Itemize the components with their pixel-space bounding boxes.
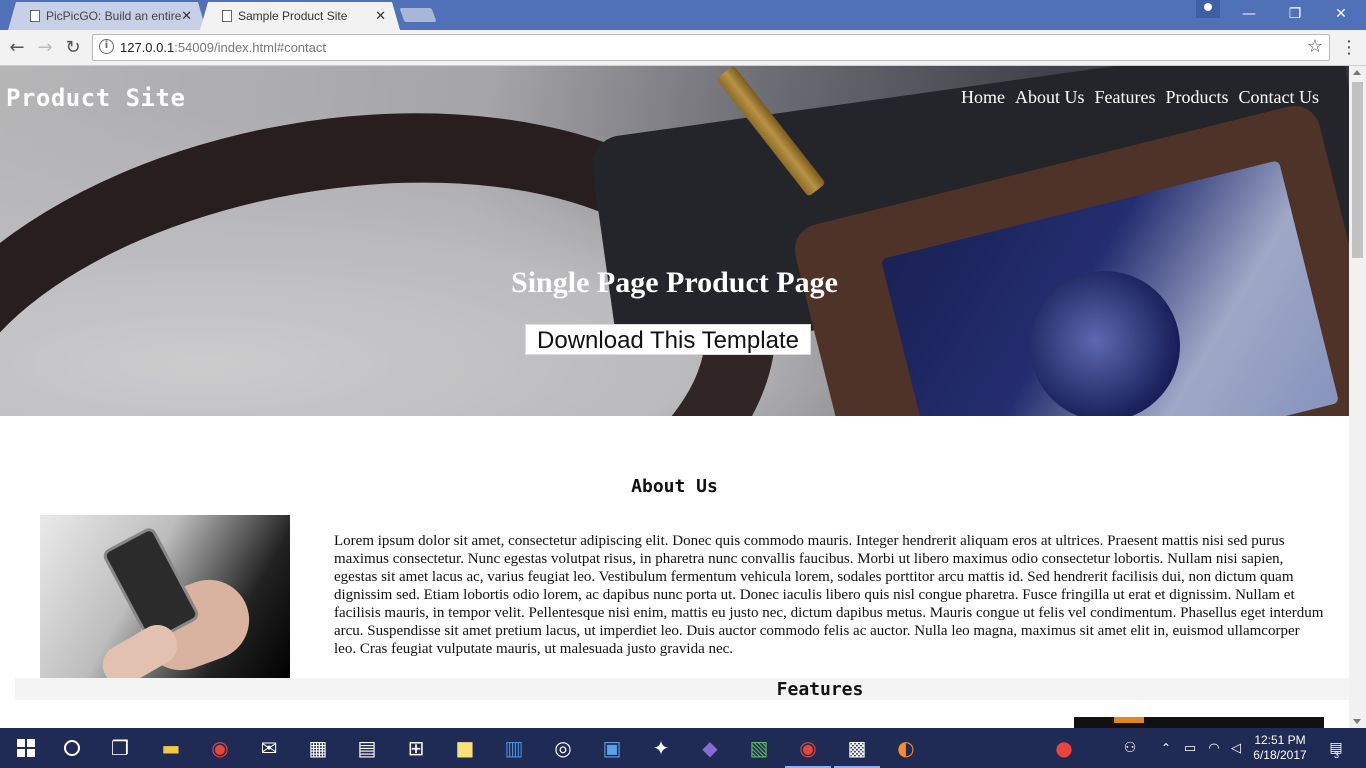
main-nav: Home About Us Features Products Contact … [961,87,1319,108]
new-tab-button[interactable] [399,8,437,22]
file-explorer-icon[interactable]: ▬ [157,734,185,762]
profile-icon[interactable] [1196,0,1220,18]
forward-icon[interactable]: → [33,36,57,60]
store-icon[interactable]: ⊞ [402,734,430,762]
tab-title: PicPicGO: Build an entire [46,9,182,23]
media-player-icon[interactable]: ◎ [549,734,577,762]
bookmark-star-icon[interactable]: ☆ [1307,36,1323,57]
calculator-icon[interactable]: ▤ [353,734,381,762]
nav-contact-us[interactable]: Contact Us [1239,87,1320,108]
page-icon [222,10,232,22]
activity-monitor-icon[interactable]: ● [1050,734,1078,762]
site-brand[interactable]: Product Site [6,84,185,112]
task-view-icon[interactable]: ❐ [106,734,134,762]
browser-titlebar: PicPicGO: Build an entire ✕ Sample Produ… [0,0,1366,30]
notification-count: 3 [1334,750,1340,760]
cortana-search-button[interactable] [58,734,86,762]
sticky-notes-icon[interactable]: ■ [451,734,479,762]
nav-products[interactable]: Products [1166,87,1229,108]
video-editor-icon[interactable]: ▩ [834,734,880,768]
browser-menu-icon[interactable]: ⋮ [1337,36,1361,60]
nav-about-us[interactable]: About Us [1015,87,1085,108]
chrome-icon[interactable]: ◉ [206,734,234,762]
reload-icon[interactable]: ↻ [61,36,85,60]
tab-close-icon[interactable]: ✕ [375,8,386,24]
info-icon[interactable]: i [99,39,114,54]
nav-features[interactable]: Features [1095,87,1156,108]
scroll-up-icon[interactable] [1353,70,1361,75]
windows-taskbar: ❐ ▬ ◉ ✉ ▦ ▤ ⊞ ■ ▥ ◎ ▣ ✦ ◆ ▧ ◉ ▩ ◐ ● ⚇ ⌃ … [0,728,1366,768]
url-text[interactable]: 127.0.0.1:54009/index.html#contact [120,40,326,55]
hero-banner: Product Site Home About Us Features Prod… [0,66,1349,416]
tab-picpicgo[interactable]: PicPicGO: Build an entire ✕ [8,2,206,30]
about-paragraph: Lorem ipsum dolor sit amet, consectetur … [334,533,1324,657]
spreadsheet-icon[interactable]: ▧ [745,734,773,762]
visual-studio-icon[interactable]: ◆ [696,734,724,762]
tab-close-icon[interactable]: ✕ [181,8,192,24]
page-icon [30,10,40,22]
scrollbar-thumb[interactable] [1352,82,1363,258]
page-viewport: Product Site Home About Us Features Prod… [0,66,1366,728]
restore-button[interactable]: ❐ [1272,0,1318,28]
minimize-button[interactable]: — [1226,0,1272,28]
clock[interactable]: 12:51 PM 6/18/2017 [1252,733,1308,763]
app-frame-icon[interactable]: ▣ [598,734,626,762]
windows-logo-icon [17,739,35,757]
tab-sample-product-site[interactable]: Sample Product Site ✕ [200,2,400,30]
game-icon[interactable]: ✦ [647,734,675,762]
tab-title: Sample Product Site [238,9,348,23]
mail-icon[interactable]: ✉ [255,734,283,762]
firefox-icon[interactable]: ◐ [892,734,920,762]
clock-date: 6/18/2017 [1253,748,1307,762]
clock-time: 12:51 PM [1254,733,1306,747]
movie-maker-icon[interactable]: ▦ [304,734,332,762]
hero-overlay [0,66,1349,416]
about-heading: About Us [631,476,718,497]
page-scrollbar[interactable] [1349,66,1366,728]
hero-title: Single Page Product Page [511,266,838,299]
back-icon[interactable]: ← [5,36,29,60]
features-heading: Features [776,679,864,700]
browser-toolbar: ← → ↻ i 127.0.0.1:54009/index.html#conta… [0,30,1366,66]
volume-icon[interactable]: ◁ [1222,734,1250,762]
address-bar[interactable]: i 127.0.0.1:54009/index.html#contact ☆ [92,34,1330,61]
download-template-button[interactable]: Download This Template [525,324,811,355]
nav-home[interactable]: Home [961,87,1005,108]
features-image [1074,717,1324,728]
scroll-down-icon[interactable] [1353,719,1361,724]
start-button[interactable] [12,734,40,762]
close-window-button[interactable]: ✕ [1318,0,1364,28]
about-phone-image [40,515,290,681]
chrome-active-icon[interactable]: ◉ [785,734,831,768]
cortana-icon [64,740,80,756]
document-icon[interactable]: ▥ [500,734,528,762]
people-icon[interactable]: ⚇ [1116,734,1144,762]
